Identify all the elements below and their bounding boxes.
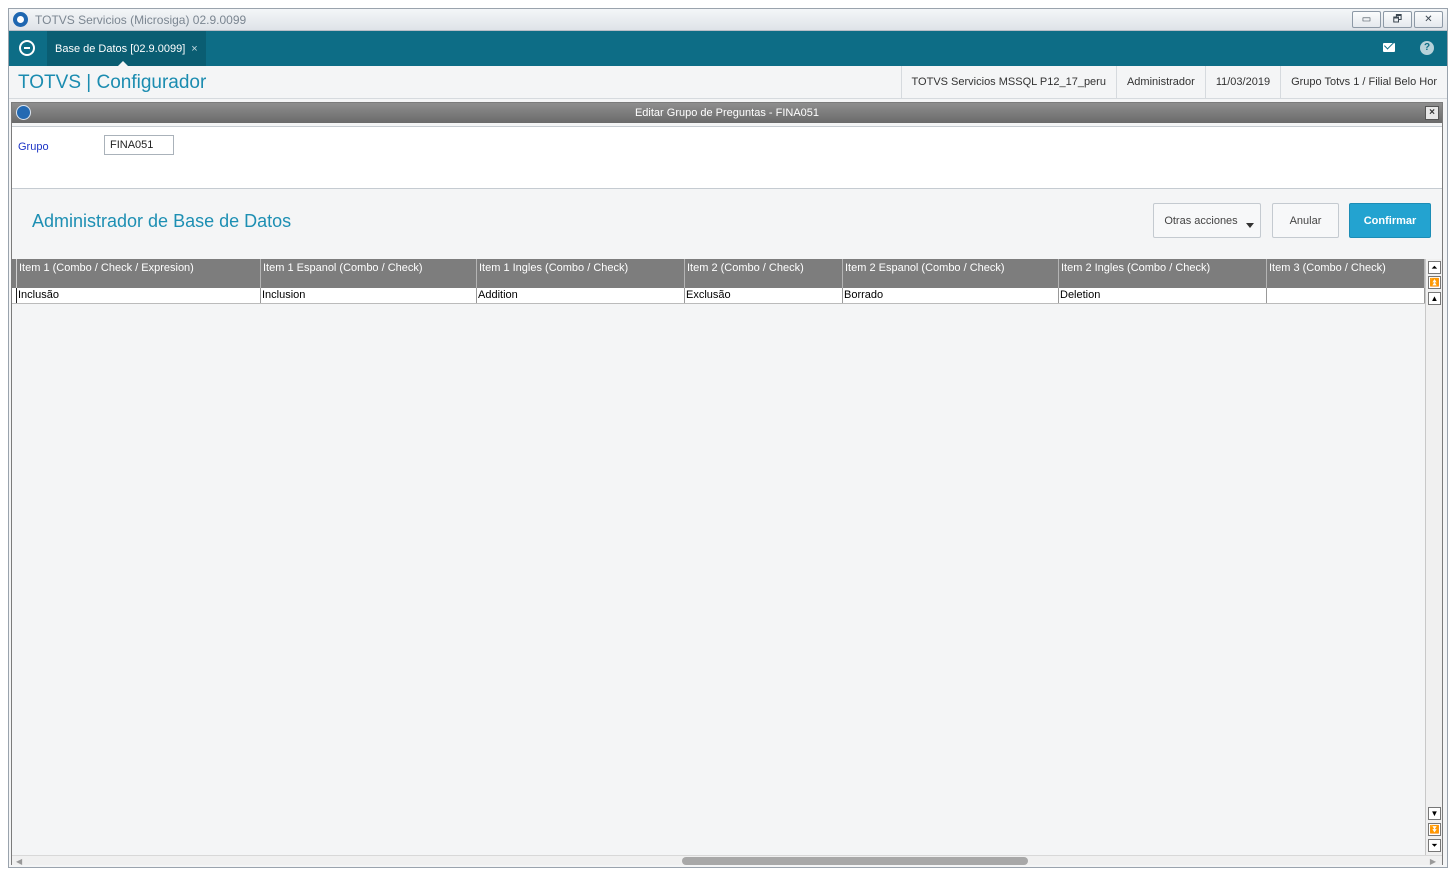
column-header[interactable]: Item 3 (Combo / Check): [1267, 259, 1425, 288]
table-cell[interactable]: Inclusion: [261, 288, 477, 303]
table-cell[interactable]: [1267, 288, 1425, 303]
table-cell[interactable]: Addition: [477, 288, 685, 303]
minimize-button[interactable]: ▭: [1352, 11, 1381, 28]
app-window: TOTVS Servicios (Microsiga) 02.9.0099 ▭ …: [8, 8, 1448, 868]
tab-close-icon[interactable]: ×: [191, 43, 197, 55]
vertical-scrollbar[interactable]: ⏶ ⏫ ▲ ▼ ⏬ ⏷: [1425, 259, 1442, 855]
dialog-titlebar: Editar Grupo de Preguntas - FINA051 ×: [12, 103, 1442, 123]
column-header[interactable]: Item 2 Espanol (Combo / Check): [843, 259, 1059, 288]
chevron-down-icon: [1246, 223, 1254, 228]
mail-icon[interactable]: [1383, 43, 1395, 52]
window-titlebar: TOTVS Servicios (Microsiga) 02.9.0099 ▭ …: [9, 9, 1447, 31]
other-actions-button[interactable]: Otras acciones: [1153, 203, 1261, 238]
home-icon[interactable]: [19, 40, 35, 56]
horizontal-scroll-thumb[interactable]: [682, 857, 1028, 865]
confirm-button[interactable]: Confirmar: [1349, 203, 1431, 238]
data-grid: Item 1 (Combo / Check / Expresion) Item …: [12, 259, 1425, 855]
user-label: Administrador: [1115, 66, 1205, 99]
table-cell[interactable]: Deletion: [1059, 288, 1267, 303]
restore-button[interactable]: 🗗: [1383, 11, 1412, 28]
window-controls: ▭ 🗗 ✕: [1352, 11, 1443, 28]
group-input[interactable]: [104, 135, 174, 155]
dialog-close-button[interactable]: ×: [1425, 106, 1439, 120]
scroll-down-icon[interactable]: ▼: [1428, 807, 1441, 820]
section-title: Administrador de Base de Datos: [32, 211, 292, 231]
column-header[interactable]: Item 2 (Combo / Check): [685, 259, 843, 288]
app-header: TOTVS | Configurador TOTVS Servicios MSS…: [9, 66, 1447, 99]
table-cell[interactable]: Borrado: [843, 288, 1059, 303]
help-icon[interactable]: ?: [1420, 41, 1434, 55]
table-cell[interactable]: Exclusão: [685, 288, 843, 303]
session-info: TOTVS Servicios MSSQL P12_17_peru Admini…: [900, 66, 1447, 99]
scroll-left-icon[interactable]: ◀: [16, 857, 22, 866]
horizontal-scrollbar[interactable]: ◀ ▶: [12, 855, 1442, 866]
app-brand-title: TOTVS | Configurador: [18, 72, 207, 93]
scroll-bottom-icon[interactable]: ⏷: [1428, 839, 1441, 852]
tab-bar: Base de Datos [02.9.0099] × ?: [9, 31, 1447, 67]
tab-label: Base de Datos [02.9.0099]: [55, 42, 186, 55]
column-header[interactable]: Item 1 Ingles (Combo / Check): [477, 259, 685, 288]
branch-label: Grupo Totvs 1 / Filial Belo Hor: [1280, 66, 1447, 99]
window-title: TOTVS Servicios (Microsiga) 02.9.0099: [35, 13, 247, 27]
scroll-page-up-icon[interactable]: ⏫: [1428, 276, 1441, 289]
table-row[interactable]: Inclusão Inclusion Addition Exclusão Bor…: [12, 288, 1425, 304]
edit-question-group-dialog: Editar Grupo de Preguntas - FINA051 × Gr…: [11, 102, 1443, 866]
close-window-button[interactable]: ✕: [1414, 11, 1443, 28]
group-label: Grupo: [18, 141, 49, 153]
cancel-button[interactable]: Anular: [1272, 203, 1339, 238]
scroll-up-icon[interactable]: ▲: [1428, 292, 1441, 305]
environment-label: TOTVS Servicios MSSQL P12_17_peru: [900, 66, 1116, 99]
column-header[interactable]: Item 1 Espanol (Combo / Check): [261, 259, 477, 288]
column-header[interactable]: Item 1 (Combo / Check / Expresion): [17, 259, 261, 288]
scroll-top-icon[interactable]: ⏶: [1428, 261, 1441, 274]
date-label: 11/03/2019: [1204, 66, 1280, 99]
table-cell[interactable]: Inclusão: [17, 288, 261, 303]
column-header[interactable]: Item 2 Ingles (Combo / Check): [1059, 259, 1267, 288]
other-actions-label: Otras acciones: [1164, 214, 1238, 227]
group-form: Grupo: [12, 126, 1442, 189]
totvs-logo-icon: [13, 12, 28, 27]
dialog-title: Editar Grupo de Preguntas - FINA051: [634, 107, 820, 119]
grid-header: Item 1 (Combo / Check / Expresion) Item …: [12, 259, 1425, 288]
scroll-page-down-icon[interactable]: ⏬: [1428, 823, 1441, 836]
scroll-right-icon[interactable]: ▶: [1430, 857, 1436, 866]
